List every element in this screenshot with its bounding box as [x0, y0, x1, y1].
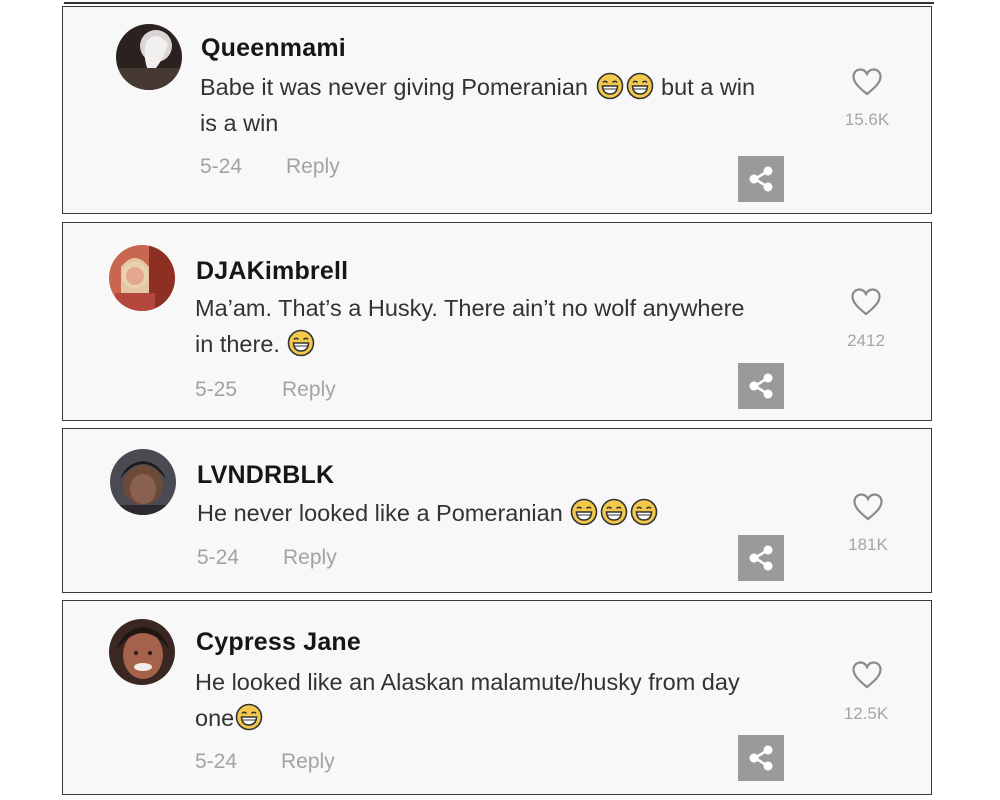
- laughing-emoji-icon: [570, 498, 598, 526]
- comment-card: LVNDRBLK He never looked like a Pomerani…: [62, 428, 932, 593]
- comment-text: Ma’am. That’s a Husky. There ain’t no wo…: [195, 290, 744, 362]
- like-count: 2412: [847, 331, 885, 350]
- comment-text-line: one: [195, 705, 235, 731]
- comment-text-line: He looked like an Alaskan malamute/husky…: [195, 669, 740, 695]
- comment-card: Cypress Jane He looked like an Alaskan m…: [62, 600, 932, 795]
- comment-username[interactable]: Queenmami: [201, 34, 346, 63]
- comment-text: He looked like an Alaskan malamute/husky…: [195, 664, 740, 736]
- comment-date: 5-24: [195, 750, 238, 773]
- share-button[interactable]: [738, 156, 784, 202]
- like-count: 12.5K: [843, 704, 889, 723]
- comment-text-line: Babe it was never giving Pomeranian: [200, 74, 588, 100]
- comment-card: DJAKimbrell Ma’am. That’s a Husky. There…: [62, 222, 932, 421]
- share-icon: [749, 166, 773, 192]
- laughing-emoji-icon: [287, 329, 315, 357]
- comment-text-line: in there.: [195, 331, 280, 357]
- avatar[interactable]: [110, 449, 176, 515]
- laughing-emoji-icon: [600, 498, 628, 526]
- avatar[interactable]: [109, 245, 175, 311]
- reply-button[interactable]: Reply: [283, 546, 337, 570]
- comment-text-line: but a win: [661, 74, 756, 100]
- reply-button[interactable]: Reply: [286, 155, 340, 179]
- share-button[interactable]: [738, 363, 784, 409]
- reply-button[interactable]: Reply: [281, 750, 335, 774]
- comment-text-line: is a win: [200, 110, 279, 136]
- comment-card: Queenmami Babe it was never giving Pomer…: [62, 6, 932, 214]
- share-button[interactable]: [738, 735, 784, 781]
- like-count: 15.6K: [844, 110, 890, 129]
- heart-outline-icon[interactable]: [850, 287, 882, 317]
- comment-username[interactable]: LVNDRBLK: [197, 461, 334, 490]
- comment-text: Babe it was never giving Pomeranian but …: [200, 69, 755, 141]
- laughing-emoji-icon: [596, 72, 624, 100]
- comment-text-line: Ma’am. That’s a Husky. There ain’t no wo…: [195, 295, 745, 321]
- share-icon: [749, 545, 773, 571]
- comment-date: 5-24: [197, 546, 240, 569]
- heart-outline-icon[interactable]: [852, 492, 884, 522]
- like-count: 181K: [848, 535, 888, 554]
- comment-username[interactable]: Cypress Jane: [196, 628, 361, 657]
- comment-date: 5-24: [200, 155, 243, 178]
- comment-text: He never looked like a Pomeranian: [197, 495, 659, 531]
- share-icon: [749, 373, 773, 399]
- laughing-emoji-icon: [235, 703, 263, 731]
- heart-outline-icon[interactable]: [851, 67, 883, 97]
- comment-date: 5-25: [195, 378, 238, 401]
- reply-button[interactable]: Reply: [282, 378, 336, 402]
- laughing-emoji-icon: [630, 498, 658, 526]
- avatar[interactable]: [109, 619, 175, 685]
- comment-text-line: He never looked like a Pomeranian: [197, 500, 563, 526]
- laughing-emoji-icon: [626, 72, 654, 100]
- heart-outline-icon[interactable]: [851, 660, 883, 690]
- top-divider: [64, 2, 934, 4]
- share-button[interactable]: [738, 535, 784, 581]
- comment-username[interactable]: DJAKimbrell: [196, 257, 348, 286]
- avatar[interactable]: [116, 24, 182, 90]
- share-icon: [749, 745, 773, 771]
